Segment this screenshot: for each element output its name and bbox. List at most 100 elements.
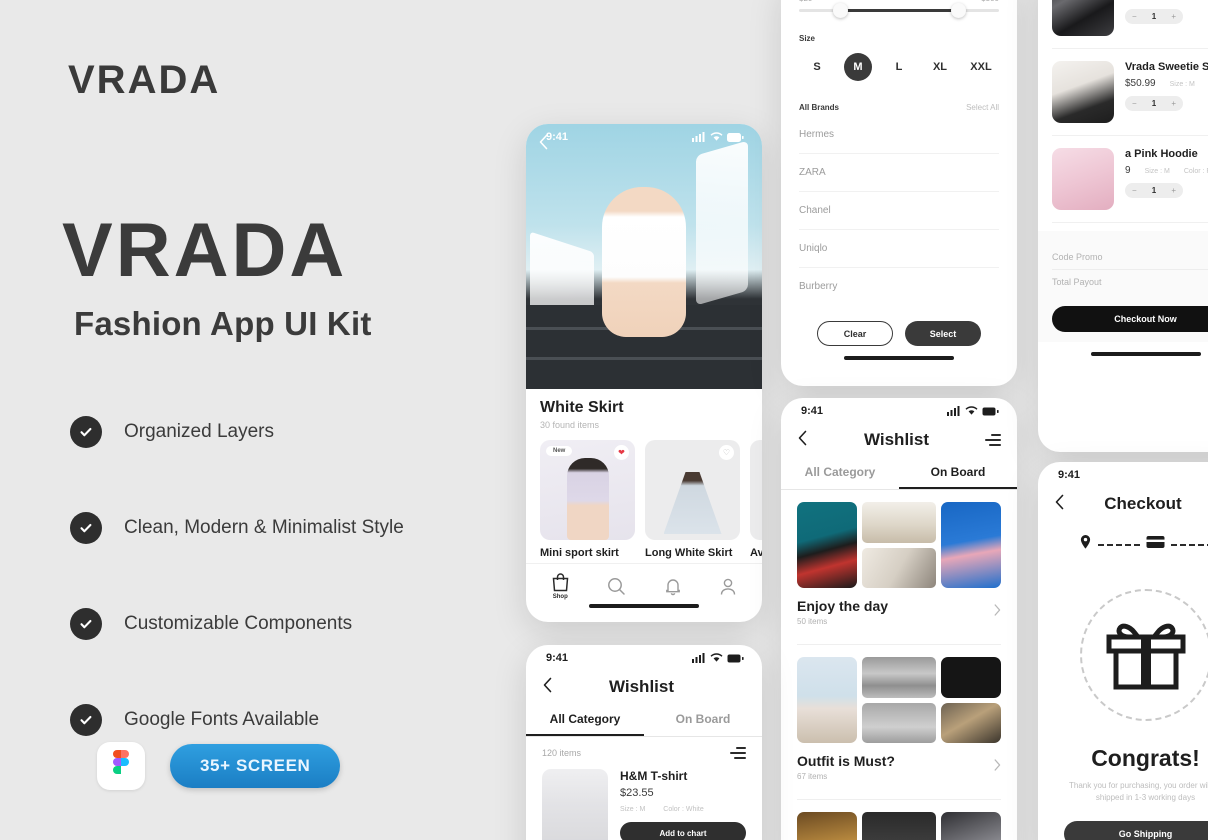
tabbar-item-search[interactable] [607, 577, 626, 596]
board-header: Enjoy the day 50 items [797, 598, 1001, 626]
brand-row[interactable]: Hermes [799, 116, 999, 154]
tab-all-category[interactable]: All Category [526, 703, 644, 736]
credit-card-icon [1146, 535, 1165, 554]
clear-button[interactable]: Clear [817, 321, 893, 346]
product-image [1052, 0, 1114, 36]
brand-row[interactable]: ZARA [799, 154, 999, 192]
slider-knob-min[interactable] [833, 3, 848, 18]
size-section: Size S M L XL XXL All Brands Select All … [781, 34, 1017, 305]
plus-icon[interactable]: + [1171, 186, 1176, 195]
board-item[interactable] [781, 800, 1017, 840]
quantity-value: 1 [1151, 186, 1157, 195]
favorite-icon[interactable]: ♡ [719, 445, 734, 460]
board-thumb [861, 657, 937, 698]
wishlist-item[interactable]: H&M T-shirt $23.55 Size : M Color : Whit… [526, 765, 762, 840]
chevron-right-icon[interactable] [994, 758, 1001, 776]
brand-row[interactable]: Burberry [799, 268, 999, 305]
home-indicator [844, 356, 954, 360]
tabbar-item-notifications[interactable] [664, 577, 682, 596]
size-option-s[interactable]: S [803, 53, 831, 81]
tab-on-board[interactable]: On Board [644, 703, 762, 736]
sort-icon[interactable] [730, 747, 746, 759]
product-price: $23.55 [620, 787, 654, 799]
status-icons [947, 406, 999, 416]
product-image [1052, 61, 1114, 123]
select-button[interactable]: Select [905, 321, 981, 346]
board-thumb [797, 657, 857, 743]
status-bar: 9:41 [526, 124, 762, 150]
product-card[interactable]: Av [750, 440, 762, 559]
figma-logo-icon [97, 742, 145, 790]
home-indicator [1090, 352, 1201, 356]
promo-row[interactable]: Code Promo SU [1052, 245, 1208, 269]
status-icons [692, 653, 744, 663]
cart-item[interactable]: Vrada Sweetie S $50.99 Size : M − 1 + [1038, 49, 1208, 135]
order-summary: Code Promo SU Total Payout Checkout Now [1038, 231, 1208, 342]
back-button[interactable] [1054, 494, 1065, 514]
slider-knob-max[interactable] [951, 3, 966, 18]
quantity-stepper[interactable]: − 1 + [1125, 183, 1183, 198]
size-option-l[interactable]: L [885, 53, 913, 81]
page-title: Wishlist [863, 430, 930, 449]
feature-label: Clean, Modern & Minimalist Style [124, 517, 404, 538]
cart-item[interactable]: a Pink Hoodie 9 Size : M Color : Pink − … [1038, 136, 1208, 222]
screen-count-button[interactable]: 35+ SCREEN [170, 744, 341, 788]
navbar: Wishlist [526, 671, 762, 703]
cta-row: 35+ SCREEN [97, 742, 341, 790]
product-hero-image: 9:41 [526, 124, 762, 389]
board-thumb [941, 812, 1001, 840]
chevron-right-icon[interactable] [994, 603, 1001, 621]
product-card[interactable]: New ❤ Mini sport skirt [540, 440, 635, 559]
minus-icon[interactable]: − [1132, 12, 1137, 21]
product-meta: Size : M Color : White [620, 806, 746, 813]
board-thumb-group [861, 657, 937, 743]
filter-actions: Clear Select [781, 305, 1017, 356]
tab-on-board[interactable]: On Board [899, 456, 1017, 489]
product-card[interactable]: ♡ Long White Skirt [645, 440, 740, 559]
item-count-row: 120 items [526, 737, 762, 765]
cart-item[interactable]: Vrada Leather J $95.22 Size : L − 1 + [1038, 0, 1208, 48]
sort-icon[interactable] [985, 434, 1001, 446]
slider-fill [839, 9, 959, 12]
plus-icon[interactable]: + [1171, 12, 1176, 21]
brand-row[interactable]: Chanel [799, 192, 999, 230]
back-button[interactable] [797, 430, 808, 450]
board-item[interactable]: Enjoy the day 50 items [781, 490, 1017, 632]
brand-row[interactable]: Uniqlo [799, 230, 999, 268]
board-count: 67 items [797, 772, 828, 781]
size-option-xl[interactable]: XL [926, 53, 954, 81]
listing-title: White Skirt [540, 399, 624, 416]
select-all-button[interactable]: Select All [966, 103, 999, 112]
add-to-cart-button[interactable]: Add to chart [620, 822, 746, 840]
price-min-label: $20 [799, 0, 812, 3]
price-slider[interactable]: $20 $300 [781, 0, 1017, 18]
status-bar: 9:41 [1038, 462, 1208, 488]
size-option-xxl[interactable]: XXL [967, 53, 995, 81]
favorite-icon[interactable]: ❤ [614, 445, 629, 460]
back-button[interactable] [542, 677, 553, 697]
checkout-button[interactable]: Checkout Now [1052, 306, 1208, 332]
board-count: 50 items [797, 617, 828, 626]
page-title: Checkout [1104, 494, 1182, 513]
board-item[interactable]: Outfit is Must? 67 items [781, 645, 1017, 787]
product-image [750, 440, 762, 540]
size-label: Size [799, 34, 816, 43]
size-option-m[interactable]: M [844, 53, 872, 81]
tab-all-category[interactable]: All Category [781, 456, 899, 489]
board-thumbnails [797, 812, 1001, 840]
back-button[interactable] [538, 134, 549, 155]
status-time: 9:41 [801, 405, 824, 417]
feature-label: Google Fonts Available [124, 709, 320, 730]
quantity-stepper[interactable]: − 1 + [1125, 96, 1183, 111]
plus-icon[interactable]: + [1171, 99, 1176, 108]
board-thumb [861, 812, 937, 840]
phone-filter-sheet: $20 $300 Size S M L XL XXL All Brands Se… [781, 0, 1017, 386]
minus-icon[interactable]: − [1132, 186, 1137, 195]
go-shipping-button[interactable]: Go Shipping [1064, 820, 1208, 840]
slider-track[interactable] [799, 3, 999, 18]
minus-icon[interactable]: − [1132, 99, 1137, 108]
board-thumb-group [941, 657, 1001, 743]
tabbar-item-profile[interactable] [719, 577, 737, 596]
tabbar-item-shop[interactable]: Shop [551, 572, 570, 600]
quantity-stepper[interactable]: − 1 + [1125, 9, 1183, 24]
